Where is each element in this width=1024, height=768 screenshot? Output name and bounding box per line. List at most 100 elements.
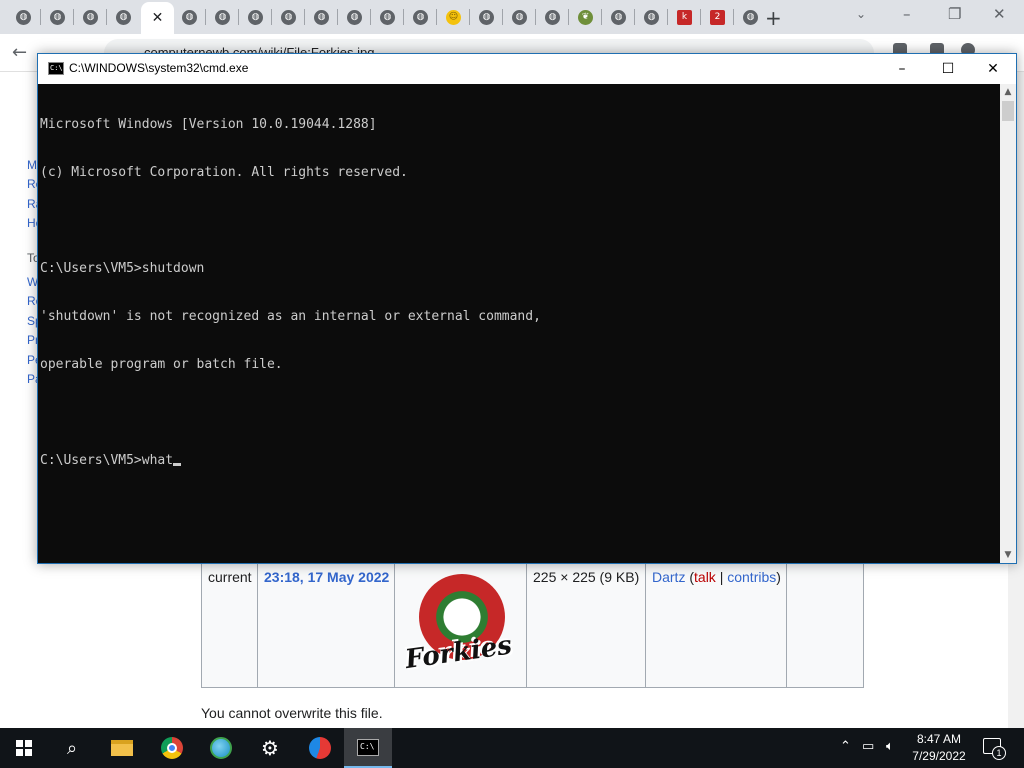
scroll-down-arrow-icon[interactable]: ▼ [1000,547,1016,563]
browser-tab[interactable]: ◍ [734,4,767,30]
taskbar-ccleaner[interactable] [296,728,344,768]
contribs-link[interactable]: contribs [727,569,776,585]
browser-tab[interactable]: ◍ [338,4,371,30]
close-button[interactable]: ✕ [970,54,1016,84]
minimize-button[interactable]: – [879,54,925,84]
browser-tab[interactable]: ◍ [41,4,74,30]
scrollbar-thumb[interactable] [1002,101,1014,121]
text-cursor [173,463,182,466]
back-arrow-icon[interactable]: ← [12,42,27,63]
browser-tab[interactable]: ◍ [371,4,404,30]
close-icon[interactable]: ✕ [152,10,164,26]
browser-tab[interactable]: ◍ [7,4,40,30]
taskbar-cmd[interactable]: C:\ [344,728,392,768]
browser-tab[interactable]: ◍ [635,4,668,30]
browser-tab[interactable]: ❦ [569,4,602,30]
windows-taskbar: ⌕ ⚙ C:\ ⌃ ▭ 🔈︎ 8:47 AM 7/29/2022 1 [0,728,1024,768]
history-status: current [208,569,252,585]
leaf-icon: ❦ [578,9,593,25]
globe-icon: ◍ [743,9,758,25]
taskbar-settings[interactable]: ⚙ [246,728,294,768]
globe-icon: ◍ [182,9,197,25]
search-button[interactable]: ⌕ [48,728,96,768]
browser-tab[interactable]: ☺ [437,4,470,30]
browser-tab[interactable]: ◍ [404,4,437,30]
start-button[interactable] [0,728,48,768]
history-user-cell: Dartz (talk | contribs) [652,569,781,585]
browser-tab[interactable]: ◍ [173,4,206,30]
browser-tab[interactable]: k [668,4,701,30]
browser-tab[interactable]: ◍ [503,4,536,30]
globe-icon: ◍ [347,9,362,25]
browser-tab-active[interactable]: ✕ [141,2,174,34]
user-link[interactable]: Dartz [652,569,685,585]
globe-icon: ◍ [116,9,131,25]
globe-icon: ◍ [611,9,626,25]
file-history-table: current 23:18, 17 May 2022 225 × 225 (9 … [201,560,864,688]
smiley-icon: ☺ [446,9,461,25]
browser-close-button[interactable]: ✕ [993,5,1006,23]
console-typed-input[interactable]: what [142,453,173,468]
browser-tab[interactable]: ◍ [206,4,239,30]
cmd-console[interactable]: Microsoft Windows [Version 10.0.19044.12… [38,84,1000,563]
browser-tab[interactable]: ◍ [305,4,338,30]
browser-tab-strip: ◍ ◍ ◍ ◍ ✕ ◍ ◍ ◍ ◍ ◍ ◍ ◍ ◍ ☺ ◍ ◍ ◍ ❦ ◍ ◍ … [0,0,1024,34]
taskbar-network-app[interactable] [197,728,245,768]
console-line: Microsoft Windows [Version 10.0.19044.12… [40,117,377,132]
browser-tab[interactable]: ◍ [239,4,272,30]
globe-icon: ◍ [644,9,659,25]
taskbar-clock[interactable]: 8:47 AM 7/29/2022 [906,731,972,765]
console-prompt: C:\Users\VM5> [40,453,142,468]
browser-tab[interactable]: ◍ [107,4,140,30]
clock-time: 8:47 AM [916,732,962,746]
cmd-scrollbar[interactable]: ▲ ▼ [1000,84,1016,563]
scroll-up-arrow-icon[interactable]: ▲ [1000,84,1016,100]
search-icon: ⌕ [66,737,78,759]
browser-tab[interactable]: 2 [701,4,734,30]
sidebar-link[interactable]: M [27,158,37,172]
maximize-button[interactable]: ☐ [925,54,971,84]
taskbar-chrome[interactable] [148,728,196,768]
cmd-icon: C:\ [48,62,64,75]
globe-icon: ◍ [215,9,230,25]
globe-icon: ◍ [512,9,527,25]
new-tab-button[interactable]: + [765,6,782,30]
network-icon[interactable]: ▭ [862,739,874,754]
ccleaner-icon [309,737,331,759]
console-line: (c) Microsoft Corporation. All rights re… [40,165,408,180]
globe-icon: ◍ [380,9,395,25]
cmd-title-bar[interactable]: C:\ C:\WINDOWS\system32\cmd.exe – ☐ ✕ [38,54,1016,84]
settings-gear-icon: ⚙ [261,736,279,760]
browser-tab[interactable]: ◍ [470,4,503,30]
globe-icon: ◍ [16,9,31,25]
talk-link[interactable]: talk [694,569,716,585]
browser-tab[interactable]: ◍ [74,4,107,30]
tab-search-chevron-icon[interactable]: ⌄ [856,7,866,21]
tray-overflow-chevron-icon[interactable]: ⌃ [840,739,851,754]
history-datetime-link[interactable]: 23:18, 17 May 2022 [264,569,389,585]
taskbar-file-explorer[interactable] [98,728,146,768]
chrome-icon [161,737,183,759]
browser-restore-button[interactable]: ❐ [948,5,961,23]
volume-icon[interactable]: 🔈︎ [886,739,894,754]
globe-icon: ◍ [413,9,428,25]
cmd-icon: C:\ [357,738,379,756]
browser-tab[interactable]: ◍ [536,4,569,30]
browser-tab[interactable]: ◍ [272,4,305,30]
overwrite-notice: You cannot overwrite this file. [201,705,383,721]
forkies-logo-text: Forkies [403,630,514,676]
globe-icon: ◍ [50,9,65,25]
network-globe-icon [210,737,232,759]
table-cell: 23:18, 17 May 2022 [258,561,395,688]
console-line: 'shutdown' is not recognized as an inter… [40,309,541,324]
globe-icon: ◍ [281,9,296,25]
cmd-window: C:\ C:\WINDOWS\system32\cmd.exe – ☐ ✕ Mi… [37,53,1017,564]
browser-tab[interactable]: ◍ [602,4,635,30]
console-line: C:\Users\VM5>shutdown [40,261,205,276]
browser-minimize-button[interactable]: – [903,5,911,23]
console-input-line[interactable]: C:\Users\VM5>what [40,453,1000,469]
globe-icon: ◍ [83,9,98,25]
file-thumbnail[interactable]: Forkies [403,572,514,678]
